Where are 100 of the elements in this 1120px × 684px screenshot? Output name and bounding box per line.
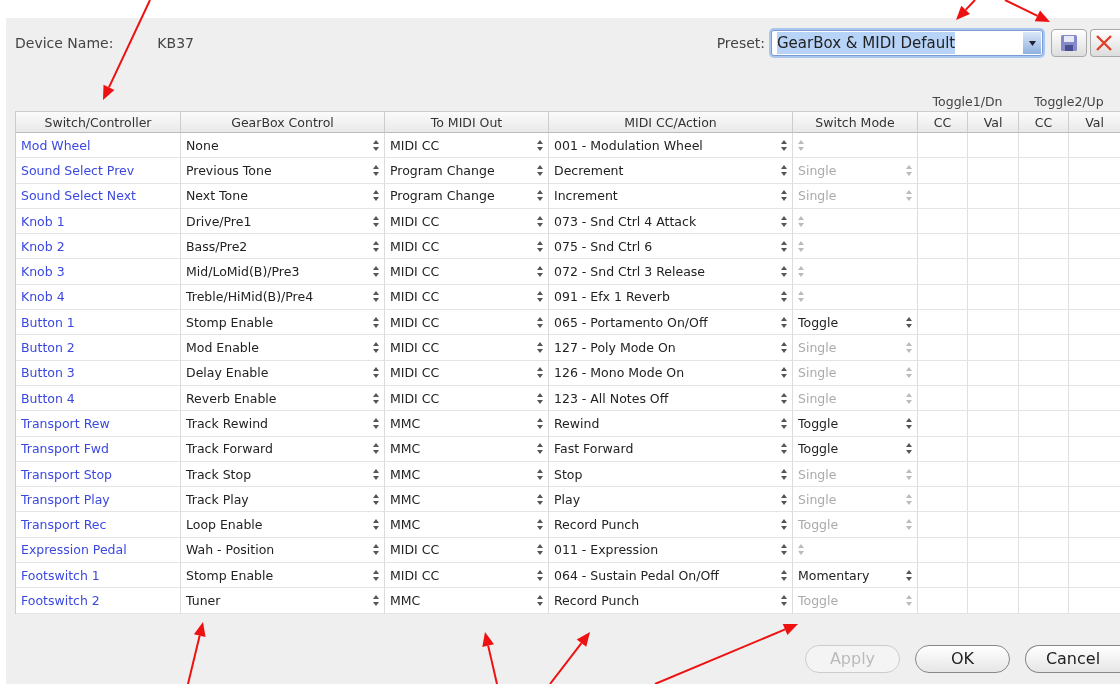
- gearbox-control-select[interactable]: Mid/LoMid(B)/Pre3: [181, 259, 385, 285]
- midi-action-select[interactable]: 011 - Expression: [549, 537, 793, 564]
- controller-link[interactable]: Transport Stop: [21, 466, 113, 482]
- controller-link[interactable]: Button 4: [21, 390, 75, 406]
- controller-link[interactable]: Button 2: [21, 340, 75, 355]
- controller-link[interactable]: Expression Pedal: [21, 542, 127, 558]
- midi-out-select[interactable]: MMC: [385, 512, 549, 538]
- midi-out-select[interactable]: MMC: [385, 411, 549, 437]
- midi-action-select[interactable]: 075 - Snd Ctrl 6: [549, 234, 793, 260]
- controller-link[interactable]: Knob 1: [21, 213, 65, 229]
- gearbox-control-select[interactable]: Wah - Position: [181, 537, 385, 564]
- gearbox-control-select[interactable]: Track Rewind: [181, 411, 385, 437]
- controller-link[interactable]: Button 3: [21, 365, 75, 381]
- midi-out-select[interactable]: MIDI CC: [385, 385, 549, 412]
- delete-button[interactable]: [1090, 29, 1120, 57]
- gearbox-control-select[interactable]: Track Forward: [181, 436, 385, 462]
- controller-link[interactable]: Transport Fwd: [21, 441, 109, 457]
- switch-mode-select[interactable]: Toggle: [793, 436, 918, 462]
- midi-action-select[interactable]: 065 - Portamento On/Off: [549, 310, 793, 336]
- gearbox-control-select[interactable]: Mod Enable: [181, 335, 385, 361]
- midi-action-select[interactable]: 064 - Sustain Pedal On/Off: [549, 563, 793, 589]
- gearbox-control-select[interactable]: Next Tone: [181, 183, 385, 209]
- midi-action-select[interactable]: 073 - Snd Ctrl 4 Attack: [549, 208, 793, 235]
- controller-link[interactable]: Footswitch 2: [21, 593, 100, 608]
- gearbox-control-select[interactable]: Track Stop: [181, 461, 385, 488]
- midi-out-select[interactable]: MMC: [385, 487, 549, 513]
- stepper-icon: [537, 519, 543, 531]
- midi-out-select[interactable]: MIDI CC: [385, 310, 549, 336]
- midi-action-select[interactable]: Increment: [549, 183, 793, 209]
- midi-out-select[interactable]: MIDI CC: [385, 133, 549, 159]
- switch-mode-select[interactable]: [793, 284, 918, 311]
- controller-link[interactable]: Knob 4: [21, 289, 65, 305]
- midi-action-select[interactable]: Fast Forward: [549, 436, 793, 462]
- stepper-icon: [781, 190, 787, 202]
- gearbox-control-select[interactable]: Drive/Pre1: [181, 208, 385, 235]
- stepper-icon: [798, 240, 804, 252]
- midi-action-select[interactable]: 127 - Poly Mode On: [549, 335, 793, 361]
- controller-link[interactable]: Transport Rec: [21, 517, 107, 533]
- controller-link[interactable]: Knob 3: [21, 264, 65, 280]
- midi-action-select[interactable]: 091 - Efx 1 Reverb: [549, 284, 793, 311]
- preset-combo-box[interactable]: GearBox & MIDI Default: [771, 30, 1043, 56]
- switch-mode-select[interactable]: Toggle: [793, 411, 918, 437]
- gearbox-control-select[interactable]: None: [181, 133, 385, 159]
- midi-out-select[interactable]: MIDI CC: [385, 537, 549, 564]
- stepper-icon: [781, 316, 787, 328]
- switch-mode-select[interactable]: [793, 537, 918, 564]
- midi-out-select[interactable]: MIDI CC: [385, 360, 549, 386]
- annotation-arrow: [187, 622, 206, 684]
- switch-mode-select[interactable]: [793, 133, 918, 159]
- gearbox-control-select[interactable]: Bass/Pre2: [181, 234, 385, 260]
- switch-mode-select[interactable]: Momentary: [793, 563, 918, 589]
- midi-action-select[interactable]: Record Punch: [549, 512, 793, 538]
- controller-link[interactable]: Transport Play: [21, 491, 110, 507]
- controller-link[interactable]: Sound Select Next: [21, 188, 136, 204]
- controller-link[interactable]: Mod Wheel: [21, 137, 91, 153]
- switch-mode-select[interactable]: [793, 234, 918, 260]
- midi-out-select[interactable]: MIDI CC: [385, 208, 549, 235]
- midi-out-select[interactable]: Program Change: [385, 158, 549, 184]
- midi-out-select[interactable]: Program Change: [385, 183, 549, 209]
- midi-action-select[interactable]: Record Punch: [549, 588, 793, 614]
- save-button[interactable]: [1051, 29, 1087, 57]
- midi-action-select[interactable]: Decrement: [549, 158, 793, 184]
- midi-action-select[interactable]: 072 - Snd Ctrl 3 Release: [549, 259, 793, 285]
- controller-link[interactable]: Transport Rew: [21, 415, 110, 431]
- midi-action-select[interactable]: 126 - Mono Mode On: [549, 360, 793, 386]
- gearbox-control-select[interactable]: Reverb Enable: [181, 385, 385, 412]
- empty-cell: [968, 461, 1019, 488]
- gearbox-control-select[interactable]: Stomp Enable: [181, 310, 385, 336]
- gearbox-control-select[interactable]: Loop Enable: [181, 512, 385, 538]
- gearbox-control-select[interactable]: Delay Enable: [181, 360, 385, 386]
- gearbox-control-select[interactable]: Previous Tone: [181, 158, 385, 184]
- switch-mode-select[interactable]: [793, 259, 918, 285]
- controller-link[interactable]: Knob 2: [21, 238, 65, 254]
- switch-mode-select[interactable]: [793, 208, 918, 235]
- midi-out-select[interactable]: MMC: [385, 436, 549, 462]
- empty-cell: [1019, 588, 1069, 614]
- gearbox-control-select[interactable]: Track Play: [181, 487, 385, 513]
- midi-out-select[interactable]: MIDI CC: [385, 335, 549, 361]
- midi-action-select[interactable]: 001 - Modulation Wheel: [549, 133, 793, 159]
- gearbox-control-select[interactable]: Treble/HiMid(B)/Pre4: [181, 284, 385, 311]
- midi-out-select[interactable]: MIDI CC: [385, 259, 549, 285]
- midi-out-select[interactable]: MMC: [385, 588, 549, 614]
- gearbox-control-select[interactable]: Stomp Enable: [181, 563, 385, 589]
- empty-cell: [968, 411, 1019, 437]
- controller-link[interactable]: Footswitch 1: [21, 567, 100, 583]
- midi-action-select[interactable]: Stop: [549, 461, 793, 488]
- dialog-button[interactable]: Cancel: [1025, 644, 1120, 673]
- gearbox-control-select[interactable]: Tuner: [181, 588, 385, 614]
- dialog-button[interactable]: OK: [915, 644, 1010, 673]
- switch-mode-select[interactable]: Toggle: [793, 310, 918, 336]
- midi-out-select[interactable]: MIDI CC: [385, 284, 549, 311]
- controller-link[interactable]: Sound Select Prev: [21, 162, 135, 178]
- midi-action-select[interactable]: Play: [549, 487, 793, 513]
- controller-link[interactable]: Button 1: [21, 314, 75, 330]
- midi-out-select[interactable]: MMC: [385, 461, 549, 488]
- midi-action-select[interactable]: 123 - All Notes Off: [549, 385, 793, 412]
- midi-out-select[interactable]: MIDI CC: [385, 234, 549, 260]
- midi-action-select[interactable]: Rewind: [549, 411, 793, 437]
- midi-out-select[interactable]: MIDI CC: [385, 563, 549, 589]
- stepper-icon: [781, 266, 787, 278]
